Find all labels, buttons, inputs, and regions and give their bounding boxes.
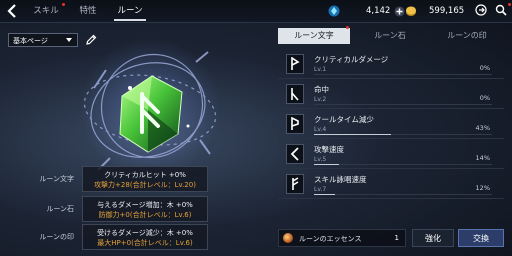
- search-alert-dot: [508, 3, 511, 6]
- tab-rune-seal[interactable]: ルーンの印: [430, 28, 504, 44]
- essence-count: 1: [394, 234, 399, 242]
- search-button[interactable]: [494, 3, 508, 17]
- stat-effect: 受けるダメージ減少：木 +0%: [97, 229, 193, 237]
- rune-percent: 12%: [475, 184, 490, 192]
- rune-accuracy-icon: [286, 84, 304, 104]
- rune-percent: 0%: [479, 94, 490, 102]
- rune-cast-speed-icon: [286, 174, 304, 194]
- page-select-value: 基本ページ: [13, 37, 48, 45]
- back-button[interactable]: [2, 1, 22, 21]
- stat-box-rune-letter: クリティカルヒット +0% 攻撃力+28(合計レベル：Lv.20): [82, 166, 208, 192]
- essence-gem-icon: [283, 233, 293, 243]
- list-item[interactable]: クリティカルダメージ Lv.1 0%: [278, 50, 504, 79]
- rune-progress-bar: [314, 74, 492, 75]
- gold-amount: 599,165: [429, 6, 465, 16]
- stat-box-rune-seal: 受けるダメージ減少：木 +0% 最大HP+0(合計レベル：Lv.6): [82, 224, 208, 250]
- rune-level: Lv.2: [314, 96, 327, 103]
- exchange-button[interactable]: 交換: [458, 229, 504, 247]
- top-bar: スキル 特性 ルーン 4,142 599,165: [0, 0, 512, 23]
- stat-bonus: 最大HP+0(合計レベル：Lv.6): [97, 239, 193, 247]
- stat-label-rune-stone: ルーン石: [46, 205, 74, 213]
- rune-percent: 14%: [475, 154, 490, 162]
- stat-label-rune-seal: ルーンの印: [39, 233, 74, 241]
- rune-progress-bar: [314, 104, 492, 105]
- crystal-icon: [328, 5, 340, 17]
- tab-rune-stone[interactable]: ルーン石: [354, 28, 426, 44]
- rune-percent: 0%: [479, 64, 490, 72]
- stat-label-rune-letter: ルーン文字: [39, 175, 74, 183]
- rune-name: スキル詠唱速度: [314, 175, 367, 184]
- stat-bonus: 防御力+0(合計レベル：Lv.6): [98, 211, 192, 219]
- essence-counter: ルーンのエッセンス 1: [278, 229, 406, 247]
- rune-critical-damage-icon: [286, 54, 304, 74]
- list-item[interactable]: 攻撃速度 Lv.5 14%: [278, 140, 504, 169]
- gold-coin-icon: [406, 6, 416, 16]
- tab-skill[interactable]: スキル: [26, 0, 66, 22]
- tab-rune[interactable]: ルーン: [110, 0, 150, 22]
- rune-level: Lv.7: [314, 186, 327, 193]
- rune-progress-bar: [314, 194, 492, 195]
- rune-attack-speed-icon: [286, 144, 304, 164]
- rune-cooldown-icon: [286, 114, 304, 134]
- rune-name: 命中: [314, 85, 329, 94]
- stat-bonus: 攻撃力+28(合計レベル：Lv.20): [94, 181, 196, 189]
- rune-level: Lv.1: [314, 66, 327, 73]
- bottom-action-bar: ルーンのエッセンス 1 強化 交換: [278, 229, 504, 249]
- stat-effect: 与えるダメージ増加：木 +0%: [97, 201, 193, 209]
- rune-progress-bar: [314, 134, 492, 135]
- crystal-currency: 4,142: [328, 4, 405, 18]
- tab-trait[interactable]: 特性: [70, 0, 106, 22]
- enhance-button[interactable]: 強化: [412, 229, 454, 247]
- chevron-left-icon: [7, 4, 16, 18]
- crystal-amount: 4,142: [366, 6, 391, 16]
- list-item[interactable]: スキル詠唱速度 Lv.7 12%: [278, 170, 504, 199]
- tab-rune-letter[interactable]: ルーン文字: [278, 28, 350, 44]
- list-item[interactable]: クールタイム減少 Lv.4 43%: [278, 110, 504, 139]
- add-crystal-icon[interactable]: [394, 6, 405, 17]
- skill-alert-dot: [62, 3, 65, 6]
- essence-label: ルーンのエッセンス: [299, 235, 362, 243]
- exit-button[interactable]: [474, 3, 488, 17]
- stat-effect: クリティカルヒット +0%: [104, 171, 186, 179]
- rune-percent: 43%: [475, 124, 490, 132]
- exit-icon: [475, 4, 487, 16]
- search-icon: [495, 4, 507, 16]
- rune-letter-alert-dot: [346, 26, 349, 29]
- list-item[interactable]: 命中 Lv.2 0%: [278, 80, 504, 109]
- rune-name: 攻撃速度: [314, 145, 344, 154]
- rune-name: クリティカルダメージ: [314, 55, 389, 64]
- gold-currency: 599,165: [405, 4, 464, 18]
- rune-level: Lv.5: [314, 156, 327, 163]
- rune-progress-bar: [314, 164, 492, 165]
- rune-category-tabs: ルーン文字 ルーン石 ルーンの印: [278, 26, 504, 44]
- stat-box-rune-stone: 与えるダメージ増加：木 +0% 防御力+0(合計レベル：Lv.6): [82, 196, 208, 222]
- rune-name: クールタイム減少: [314, 115, 374, 124]
- rune-level: Lv.4: [314, 126, 327, 133]
